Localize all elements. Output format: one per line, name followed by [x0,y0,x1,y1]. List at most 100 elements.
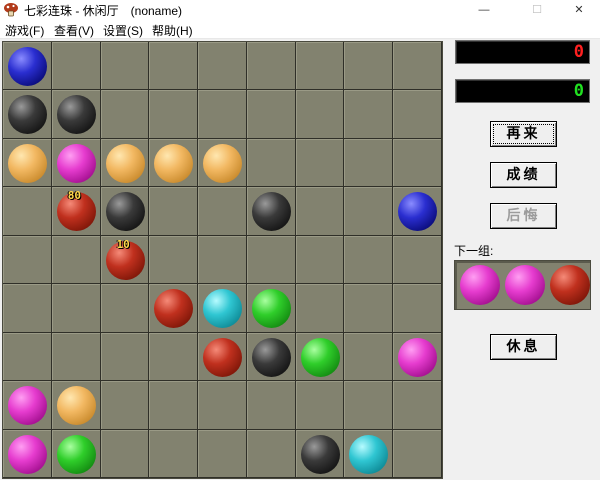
board-cell[interactable] [3,42,52,91]
board-cell[interactable] [344,187,394,236]
black-ball[interactable] [251,192,291,232]
black-ball[interactable] [251,337,291,377]
board-cell[interactable] [149,42,199,91]
board-cell[interactable] [149,187,199,236]
board-cell[interactable] [3,381,52,430]
board-cell[interactable] [51,42,101,91]
board-cell[interactable] [295,332,345,382]
board-cell[interactable] [393,429,442,478]
orange-ball[interactable] [105,143,145,183]
board-cell[interactable] [51,90,101,139]
green-ball[interactable] [300,337,340,377]
board-cell[interactable] [198,429,247,478]
board-cell[interactable] [149,235,199,285]
restart-button[interactable]: 再来 [490,121,557,147]
board-cell[interactable] [149,284,199,333]
board-cell[interactable] [344,235,394,285]
board-cell[interactable] [344,284,394,333]
board-cell[interactable] [198,90,247,139]
board-cell[interactable] [3,138,52,188]
board-cell[interactable] [246,284,296,333]
board-cell[interactable] [100,381,150,430]
magenta-ball[interactable] [8,386,47,426]
board-cell[interactable] [100,42,150,91]
menu-game[interactable]: 游戏(F) [5,22,44,39]
board-cell[interactable] [149,381,199,430]
board-cell[interactable] [344,138,394,188]
menu-help[interactable]: 帮助(H) [152,22,193,39]
board-cell[interactable] [393,42,442,91]
board-cell[interactable] [51,381,101,430]
board-cell[interactable] [344,90,394,139]
orange-ball[interactable] [203,143,243,183]
board-cell[interactable] [246,90,296,139]
board-cell[interactable] [51,284,101,333]
board-cell[interactable] [295,235,345,285]
board-cell[interactable] [246,332,296,382]
board-cell[interactable] [295,429,345,478]
board-cell[interactable] [295,284,345,333]
board-cell[interactable] [344,429,394,478]
board-cell[interactable] [198,284,247,333]
board-cell[interactable] [3,90,52,139]
pause-button[interactable]: 休息 [490,334,557,360]
black-ball[interactable] [105,192,145,232]
board-cell[interactable] [344,381,394,430]
board-cell[interactable] [100,187,150,236]
board-cell[interactable] [246,429,296,478]
board-cell[interactable] [344,332,394,382]
board-cell[interactable] [295,138,345,188]
minimize-button[interactable]: — [461,0,507,19]
orange-ball[interactable] [8,143,47,183]
board-cell[interactable] [100,90,150,139]
close-button[interactable]: ✕ [556,0,600,19]
red-ball[interactable] [203,337,243,377]
undo-button[interactable]: 后悔 [490,203,557,229]
orange-ball[interactable] [154,143,194,183]
board-cell[interactable] [149,138,199,188]
magenta-ball[interactable] [398,337,438,377]
board-cell[interactable] [51,332,101,382]
board-cell[interactable] [295,381,345,430]
board-cell[interactable]: 10 [100,235,150,285]
magenta-ball[interactable] [8,434,47,474]
board-cell[interactable] [198,235,247,285]
board-cell[interactable] [3,429,52,478]
magenta-ball[interactable] [56,143,96,183]
board-cell[interactable] [246,42,296,91]
board-cell[interactable] [246,138,296,188]
board-cell[interactable] [3,235,52,285]
board-cell[interactable] [393,138,442,188]
green-ball[interactable] [56,434,96,474]
board-cell[interactable] [51,429,101,478]
board-cell[interactable] [393,284,442,333]
board-cell[interactable] [393,235,442,285]
black-ball[interactable] [300,434,340,474]
board-cell[interactable] [51,138,101,188]
board-cell[interactable] [295,42,345,91]
red-ball[interactable] [154,289,194,329]
board-cell[interactable] [198,42,247,91]
board-cell[interactable] [393,332,442,382]
board-cell[interactable] [344,42,394,91]
board-cell[interactable] [149,332,199,382]
cyan-ball[interactable] [349,434,389,474]
board-cell[interactable] [295,90,345,139]
menu-view[interactable]: 查看(V) [54,22,94,39]
board-cell[interactable] [198,381,247,430]
board-cell[interactable] [3,284,52,333]
board-cell[interactable] [3,332,52,382]
green-ball[interactable] [251,289,291,329]
board-cell[interactable] [295,187,345,236]
board-cell[interactable] [100,429,150,478]
board-cell[interactable] [198,138,247,188]
scores-button[interactable]: 成绩 [490,162,557,188]
board-cell[interactable] [246,187,296,236]
board-cell[interactable] [100,332,150,382]
board-cell[interactable] [393,187,442,236]
board-cell[interactable] [198,187,247,236]
board-cell[interactable] [149,90,199,139]
board-cell[interactable] [149,429,199,478]
board-cell[interactable] [51,235,101,285]
board-cell[interactable] [246,381,296,430]
